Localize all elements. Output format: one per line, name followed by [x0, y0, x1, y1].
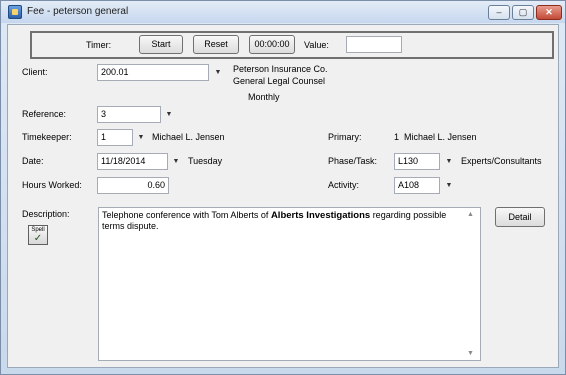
primary-value: 1 Michael L. Jensen [394, 132, 477, 142]
hours-worked-label: Hours Worked: [22, 180, 82, 190]
date-weekday: Tuesday [188, 156, 223, 166]
timekeeper-dropdown-icon[interactable]: ▼ [136, 133, 146, 143]
reference-label: Reference: [22, 109, 67, 119]
client-name-line1: Peterson Insurance Co. [233, 64, 328, 74]
app-icon [8, 5, 22, 19]
phase-task-field[interactable]: L130 [394, 153, 440, 170]
window-title: Fee - peterson general [27, 6, 129, 17]
description-textarea[interactable]: Telephone conference with Tom Alberts of… [98, 207, 481, 361]
description-label: Description: [22, 209, 70, 219]
client-dropdown-icon[interactable]: ▼ [213, 68, 223, 78]
timer-label: Timer: [86, 40, 112, 50]
description-text: Telephone conference with Tom Alberts of… [102, 210, 462, 231]
timer-panel: Timer: Start Reset 00:00:00 Value: [30, 31, 554, 59]
hours-worked-field[interactable]: 0.60 [97, 177, 169, 194]
timekeeper-field[interactable]: 1 [97, 129, 133, 146]
date-field[interactable]: 11/18/2014 [97, 153, 168, 170]
close-button[interactable]: ✕ [536, 5, 562, 20]
timer-elapsed-display[interactable]: 00:00:00 [249, 35, 295, 54]
spell-check-mark-icon: ✓ [33, 233, 43, 244]
activity-field[interactable]: A108 [394, 177, 440, 194]
phase-task-dropdown-icon[interactable]: ▼ [444, 157, 454, 167]
title-bar[interactable]: Fee - peterson general – ▢ ✕ [1, 1, 565, 23]
timer-reset-button[interactable]: Reset [193, 35, 239, 54]
minimize-button[interactable]: – [488, 5, 510, 20]
client-field[interactable]: 200.01 [97, 64, 209, 81]
fee-window: Fee - peterson general – ▢ ✕ Timer: Star… [0, 0, 566, 375]
timer-start-button[interactable]: Start [139, 35, 183, 54]
client-name-line2: General Legal Counsel [233, 76, 326, 86]
value-label: Value: [304, 40, 329, 50]
phase-task-description: Experts/Consultants [461, 156, 542, 166]
date-dropdown-icon[interactable]: ▼ [171, 157, 181, 167]
scroll-down-arrow-icon[interactable]: ▼ [467, 350, 474, 357]
maximize-button[interactable]: ▢ [512, 5, 534, 20]
reference-field[interactable]: 3 [97, 106, 161, 123]
date-label: Date: [22, 156, 44, 166]
timekeeper-name: Michael L. Jensen [152, 132, 225, 142]
reference-dropdown-icon[interactable]: ▼ [164, 110, 174, 120]
description-scrollbar[interactable]: ▲ ▼ [463, 208, 480, 360]
primary-label: Primary: [328, 132, 362, 142]
activity-dropdown-icon[interactable]: ▼ [444, 181, 454, 191]
phase-task-label: Phase/Task: [328, 156, 378, 166]
form-area: Timer: Start Reset 00:00:00 Value: Clien… [7, 24, 559, 368]
detail-button[interactable]: Detail [495, 207, 545, 227]
description-text-start: Telephone conference with Tom Alberts of [102, 210, 271, 220]
activity-label: Activity: [328, 180, 360, 190]
spell-check-icon[interactable]: Spell ✓ [28, 225, 48, 245]
description-text-bold: Alberts Investigations [270, 210, 371, 221]
client-billing-frequency: Monthly [248, 92, 280, 102]
scroll-up-arrow-icon[interactable]: ▲ [467, 211, 474, 218]
timekeeper-label: Timekeeper: [22, 132, 72, 142]
value-field[interactable] [346, 36, 402, 53]
client-label: Client: [22, 67, 48, 77]
